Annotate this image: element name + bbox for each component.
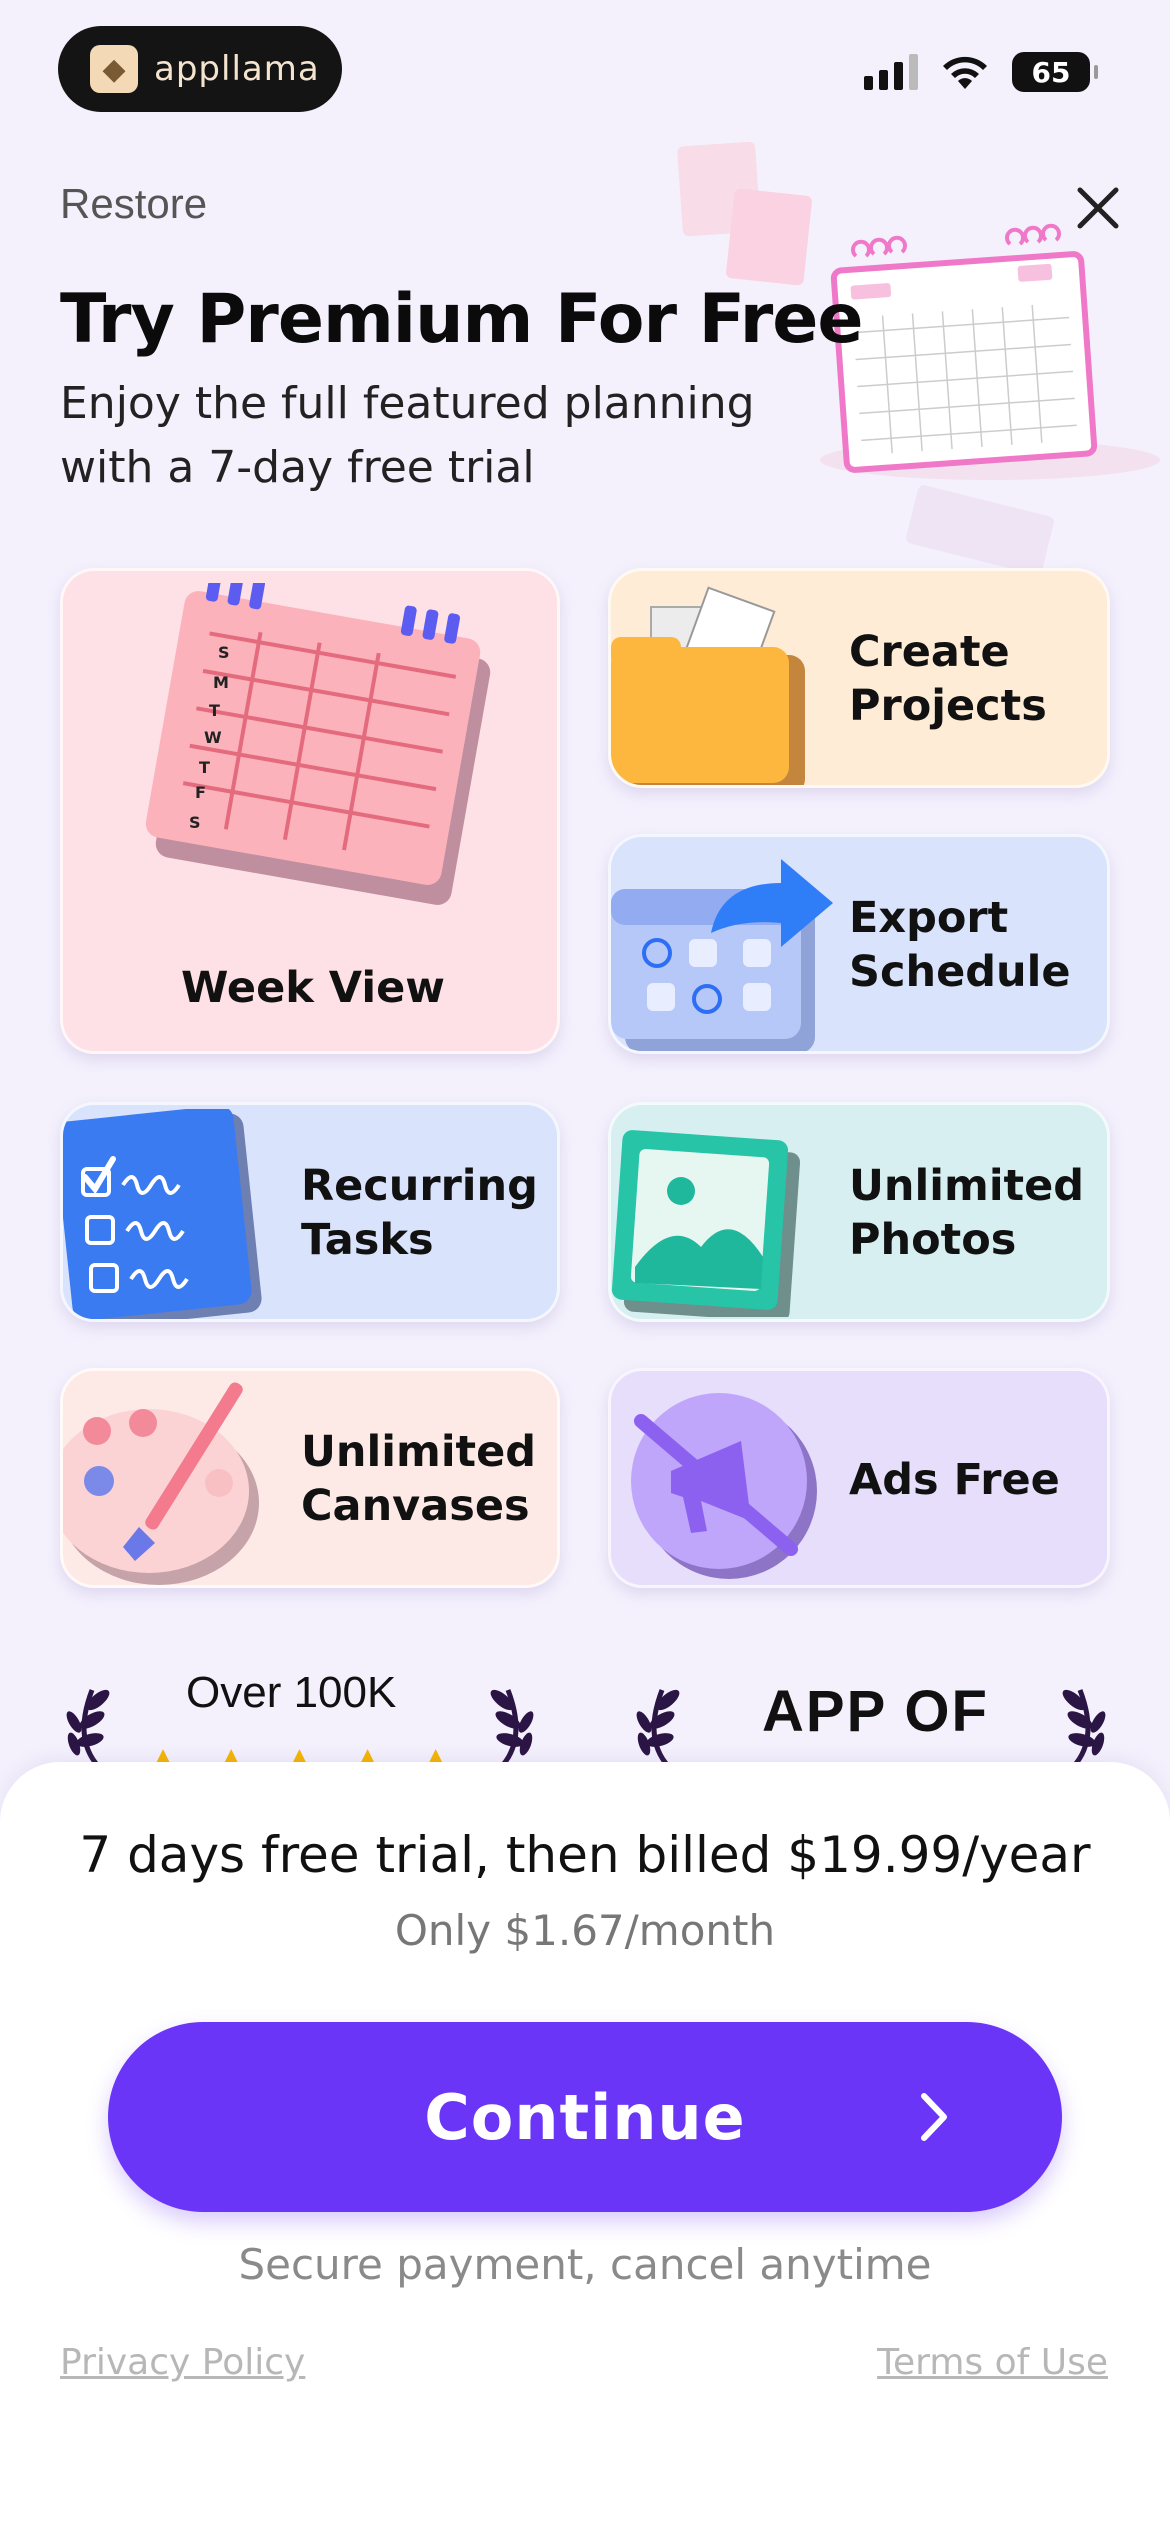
feature-label: Week View bbox=[181, 963, 445, 1013]
feature-card-week-view: SMT WTFS Week View bbox=[60, 568, 560, 1054]
svg-text:S: S bbox=[189, 813, 201, 832]
continue-button[interactable]: Continue bbox=[108, 2022, 1062, 2212]
monthly-price: Only $1.67/month bbox=[394, 1906, 776, 1955]
trial-terms: 7 days free trial, then billed $19.99/ye… bbox=[79, 1826, 1091, 1884]
chevron-right-icon bbox=[921, 2093, 947, 2141]
svg-text:S: S bbox=[218, 643, 230, 662]
signal-icon bbox=[864, 54, 918, 90]
svg-text:W: W bbox=[204, 728, 222, 747]
feature-card-unlimited-canvases: Unlimited Canvases bbox=[60, 1368, 560, 1588]
privacy-policy-link[interactable]: Privacy Policy bbox=[60, 2342, 305, 2383]
award-title: APP OF bbox=[762, 1679, 989, 1744]
rating-count: Over 100K bbox=[186, 1668, 397, 1717]
folder-icon bbox=[611, 586, 805, 785]
feature-label: Create Projects bbox=[849, 627, 1047, 731]
terms-of-use-link[interactable]: Terms of Use bbox=[877, 2342, 1108, 2383]
status-icons: 65 bbox=[864, 52, 1098, 92]
battery-icon: 65 bbox=[1012, 52, 1098, 92]
app-name: appllama bbox=[154, 49, 320, 89]
checklist-icon bbox=[63, 1109, 262, 1319]
no-ads-icon bbox=[631, 1393, 817, 1579]
feature-label: Unlimited Canvases bbox=[301, 1427, 537, 1531]
page-subtitle: Enjoy the full featured planning with a … bbox=[60, 378, 755, 493]
back-to-app-pill[interactable]: ◆ appllama bbox=[58, 26, 342, 112]
feature-card-unlimited-photos: Unlimited Photos bbox=[608, 1102, 1110, 1322]
feature-card-export-schedule: Export Schedule bbox=[608, 834, 1110, 1054]
feature-label: Export Schedule bbox=[849, 893, 1071, 997]
feature-card-ads-free: Ads Free bbox=[608, 1368, 1110, 1588]
svg-text:M: M bbox=[213, 673, 229, 692]
purchase-sheet: 7 days free trial, then billed $19.99/ye… bbox=[0, 1762, 1170, 2532]
wifi-icon bbox=[943, 56, 987, 89]
laurel-left-icon bbox=[636, 1689, 680, 1772]
status-bar: ◆ appllama 65 bbox=[0, 0, 1170, 140]
photo-icon bbox=[611, 1130, 801, 1317]
laurel-right-icon bbox=[1062, 1689, 1106, 1772]
restore-button[interactable]: Restore bbox=[60, 180, 207, 228]
continue-label: Continue bbox=[424, 2080, 746, 2154]
feature-label: Recurring Tasks bbox=[301, 1161, 538, 1265]
svg-text:F: F bbox=[195, 783, 206, 802]
feature-label: Ads Free bbox=[849, 1455, 1060, 1505]
palette-icon bbox=[63, 1382, 259, 1585]
feature-card-recurring-tasks: Recurring Tasks bbox=[60, 1102, 560, 1322]
export-arrow-icon bbox=[611, 859, 833, 1051]
svg-text:T: T bbox=[209, 701, 220, 720]
page-title: Try Premium For Free bbox=[60, 280, 864, 359]
laurel-left-icon bbox=[66, 1689, 110, 1772]
laurel-right-icon bbox=[490, 1689, 534, 1772]
secure-payment-note: Secure payment, cancel anytime bbox=[238, 2240, 932, 2289]
feature-label: Unlimited Photos bbox=[849, 1161, 1085, 1265]
weekly-calendar-icon: SMT WTFS bbox=[145, 583, 491, 905]
svg-text:T: T bbox=[199, 758, 210, 777]
llama-logo-icon: ◆ bbox=[90, 45, 138, 93]
feature-card-create-projects: Create Projects bbox=[608, 568, 1110, 788]
